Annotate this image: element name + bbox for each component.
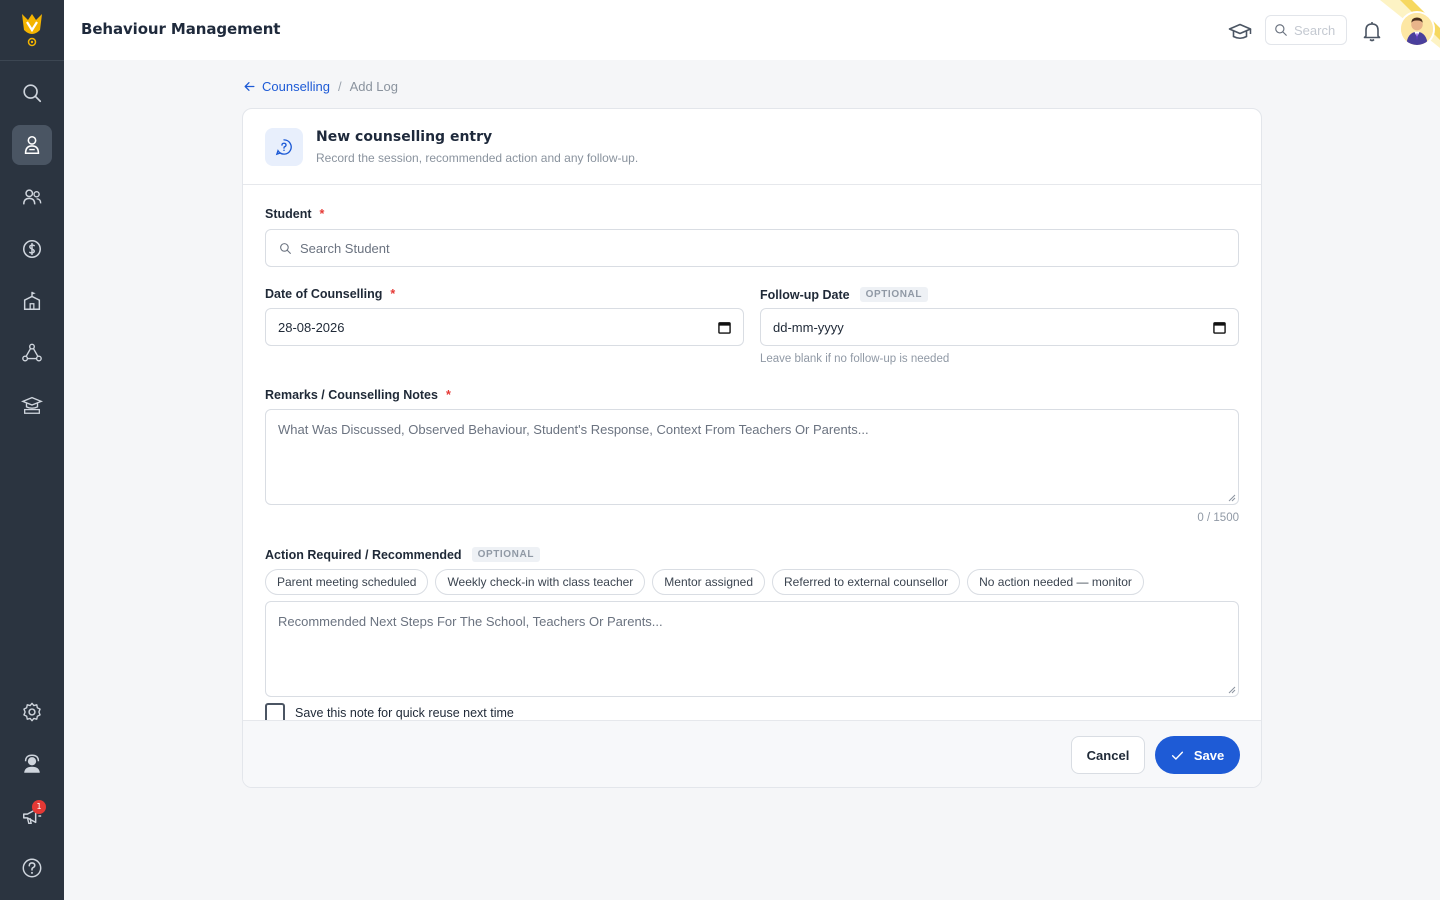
followup-date-field[interactable]: dd-mm-yyyy [760, 308, 1239, 346]
followup-date-placeholder: dd-mm-yyyy [773, 319, 844, 335]
breadcrumb: Counselling / Add Log [243, 79, 398, 94]
action-chip[interactable]: Mentor assigned [652, 569, 766, 595]
arrow-left-icon [244, 82, 255, 91]
graduation-cap-icon[interactable] [1228, 20, 1252, 44]
action-chip[interactable]: No action needed — monitor [967, 569, 1144, 595]
header-search-input[interactable]: Search [1265, 15, 1347, 45]
remarks-label-text: Remarks / Counselling Notes [265, 388, 438, 402]
sidebar-item-settings[interactable] [12, 692, 52, 732]
calendar-icon[interactable] [718, 321, 731, 334]
avatar-illustration [1401, 13, 1433, 45]
card-header: New counselling entry Record the session… [243, 109, 1261, 185]
save-note-label: Save this note for quick reuse next time [295, 706, 514, 720]
date-label-text: Date of Counselling [265, 287, 383, 301]
sidebar: 1 [0, 0, 64, 900]
form-subtitle: Record the session, recommended action a… [316, 151, 639, 165]
sidebar-item-classroom[interactable] [12, 385, 52, 425]
remarks-char-counter: 0 / 1500 [1197, 512, 1239, 524]
form-title: New counselling entry [316, 129, 493, 145]
sidebar-item-help[interactable] [12, 848, 52, 888]
save-button-label: Save [1193, 747, 1225, 763]
card-footer: Cancel Save [243, 720, 1261, 787]
followup-label-text: Follow-up Date [760, 287, 850, 302]
followup-hint: Leave blank if no follow-up is needed [760, 353, 950, 365]
student-search-placeholder: Search Student [300, 240, 390, 256]
breadcrumb-current: Add Log [349, 79, 398, 94]
header-search-placeholder: Search [1294, 22, 1336, 38]
optional-tag: OPTIONAL [471, 547, 541, 562]
sidebar-item-students[interactable] [12, 125, 52, 165]
required-mark: * [319, 207, 325, 221]
action-chip[interactable]: Referred to external counsellor [772, 569, 961, 595]
support-agent-icon [24, 754, 40, 773]
sidebar-item-network[interactable] [12, 333, 52, 373]
counselling-date-field[interactable]: 28-08-2026 [265, 308, 744, 346]
action-chip-list: Parent meeting scheduled Weekly check-in… [265, 569, 1144, 595]
school-building-icon [23, 291, 41, 310]
network-icon [22, 343, 42, 362]
remarks-label: Remarks / Counselling Notes * [265, 388, 451, 402]
users-icon [23, 189, 42, 205]
date-label: Date of Counselling * [265, 287, 395, 301]
remarks-placeholder: What Was Discussed, Observed Behaviour, … [278, 422, 869, 437]
counselling-form-card: New counselling entry Record the session… [242, 108, 1262, 788]
page-title: Behaviour Management [81, 20, 281, 38]
breadcrumb-back-link[interactable]: Counselling [243, 79, 330, 94]
action-label: Action Required / Recommended OPTIONAL [265, 547, 541, 562]
required-mark: * [390, 287, 396, 301]
sidebar-item-finance[interactable] [12, 229, 52, 269]
student-search-input[interactable]: Search Student [265, 229, 1239, 267]
breadcrumb-parent: Counselling [262, 79, 330, 94]
followup-label: Follow-up Date OPTIONAL [760, 287, 929, 302]
remarks-textarea[interactable]: What Was Discussed, Observed Behaviour, … [265, 409, 1239, 505]
sidebar-item-users[interactable] [12, 177, 52, 217]
help-icon [22, 858, 42, 878]
notification-badge: 1 [32, 800, 46, 814]
student-label: Student * [265, 207, 324, 221]
check-icon [1171, 751, 1183, 760]
top-header: Behaviour Management Search [64, 0, 1440, 60]
app-logo[interactable] [16, 10, 48, 50]
counselling-icon [265, 128, 303, 166]
save-button[interactable]: Save [1155, 736, 1240, 774]
student-icon [24, 135, 40, 155]
cancel-button[interactable]: Cancel [1071, 736, 1145, 774]
calendar-icon[interactable] [1213, 321, 1226, 334]
optional-tag: OPTIONAL [859, 287, 929, 302]
action-chip[interactable]: Parent meeting scheduled [265, 569, 429, 595]
search-icon [280, 242, 291, 254]
action-textarea[interactable]: Recommended Next Steps For The School, T… [265, 601, 1239, 697]
action-placeholder: Recommended Next Steps For The School, T… [278, 614, 663, 629]
action-label-text: Action Required / Recommended [265, 547, 462, 562]
sidebar-item-announcements[interactable]: 1 [12, 796, 52, 836]
user-avatar[interactable] [1399, 11, 1435, 47]
resize-handle-icon[interactable] [1228, 686, 1236, 694]
student-label-text: Student [265, 207, 312, 221]
search-icon [23, 84, 42, 103]
required-mark: * [445, 388, 451, 402]
action-chip[interactable]: Weekly check-in with class teacher [435, 569, 646, 595]
classroom-icon [21, 396, 43, 414]
breadcrumb-separator: / [337, 79, 342, 94]
counselling-date-value: 28-08-2026 [278, 319, 345, 335]
resize-handle-icon[interactable] [1228, 494, 1236, 502]
sidebar-item-school[interactable] [12, 281, 52, 321]
dollar-icon [22, 239, 42, 259]
search-icon [1275, 24, 1287, 36]
sidebar-item-support[interactable] [12, 744, 52, 784]
sidebar-divider [0, 60, 64, 61]
sidebar-item-search[interactable] [12, 73, 52, 113]
gear-icon [23, 702, 41, 722]
